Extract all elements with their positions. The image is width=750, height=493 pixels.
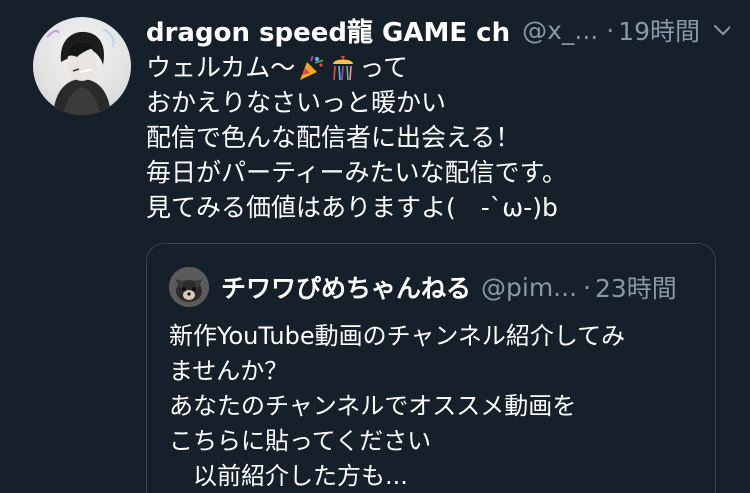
quoted-text-line: 新作YouTube動画のチャンネル紹介してみ <box>169 322 626 350</box>
timestamp[interactable]: 19時間 <box>618 12 700 48</box>
tweet-text: ウェルカム〜 って おかえりなさいっと暖かい 配信で色んな配信者に出会える！ 毎… <box>146 50 567 225</box>
user-handle[interactable]: @x_... <box>522 16 598 45</box>
quoted-tweet-header: チワワぴめちゃんねる @pim... · 23時間 <box>169 266 697 308</box>
quoted-text-line: 以前紹介した方も... <box>169 462 408 490</box>
quoted-tweet[interactable]: チワワぴめちゃんねる @pim... · 23時間 新作YouTube動画のチャ… <box>146 243 716 493</box>
confetti-ball-icon <box>329 54 357 82</box>
party-popper-icon <box>297 54 325 82</box>
quoted-timestamp[interactable]: 23時間 <box>595 269 677 305</box>
quoted-display-name[interactable]: チワワぴめちゃんねる <box>221 269 471 305</box>
tweet-text-line: 見てみる価値はありますよ( -`ω-)b <box>146 193 558 222</box>
avatar[interactable] <box>33 17 131 115</box>
display-name[interactable]: dragon speed龍 GAME ch <box>146 12 510 49</box>
quoted-avatar[interactable] <box>169 267 209 307</box>
separator-dot: · <box>606 15 615 45</box>
tweet-text-line: 配信で色んな配信者に出会える！ <box>146 123 521 152</box>
separator-dot: · <box>583 272 591 302</box>
quoted-text-line: こちらに貼ってください <box>169 427 432 455</box>
chevron-down-icon[interactable] <box>712 19 730 41</box>
tweet-text-line: おかえりなさいっと暖かい <box>146 88 447 117</box>
tweet-text-segment: ウェルカム〜 <box>146 53 296 82</box>
tweet-header: dragon speed龍 GAME ch @x_... · 19時間 <box>146 10 730 50</box>
quoted-text-line: ませんか？ <box>169 357 289 385</box>
tweet[interactable]: dragon speed龍 GAME ch @x_... · 19時間 ウェルカ… <box>0 0 750 493</box>
quoted-user-handle[interactable]: @pim... <box>481 273 577 302</box>
avatar-illustration <box>46 28 115 115</box>
quoted-tweet-text: 新作YouTube動画のチャンネル紹介してみ ませんか？ あなたのチャンネルでオ… <box>169 319 625 493</box>
tweet-text-line: 毎日がパーティーみたいな配信です。 <box>146 158 568 187</box>
quoted-text-line: あなたのチャンネルでオススメ動画を <box>169 392 577 420</box>
tweet-text-line: ウェルカム〜 って <box>146 50 567 85</box>
tweet-text-segment: って <box>359 53 409 82</box>
